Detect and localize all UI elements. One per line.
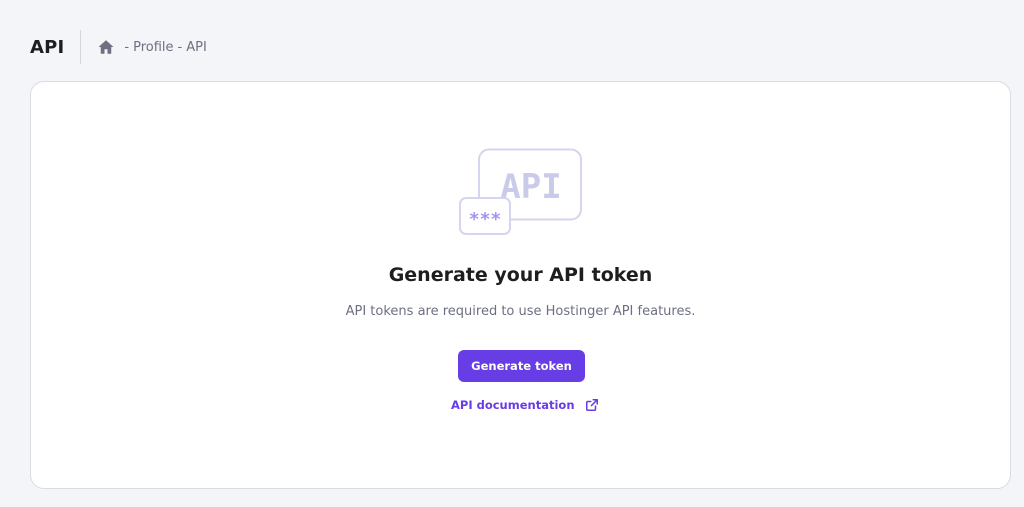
home-icon[interactable] bbox=[97, 38, 115, 56]
page-header: API - Profile - API bbox=[30, 30, 207, 64]
api-token-card: API *** Generate your API token API toke… bbox=[30, 81, 1011, 489]
external-link-icon bbox=[585, 398, 599, 412]
breadcrumb: - Profile - API bbox=[97, 38, 207, 56]
card-description: API tokens are required to use Hostinger… bbox=[345, 304, 696, 319]
breadcrumb-separator: - bbox=[177, 39, 183, 55]
card-title: Generate your API token bbox=[388, 264, 653, 286]
breadcrumb-item-api: API bbox=[186, 39, 207, 55]
breadcrumb-item-profile[interactable]: Profile bbox=[133, 40, 173, 55]
generate-token-button[interactable]: Generate token bbox=[458, 350, 585, 382]
api-documentation-link[interactable]: API documentation bbox=[451, 398, 599, 412]
breadcrumb-separator: - bbox=[124, 39, 130, 55]
api-key-illustration: API *** bbox=[459, 148, 583, 238]
page-title: API bbox=[30, 36, 65, 58]
illustration-masked-text: *** bbox=[469, 209, 502, 230]
header-divider bbox=[80, 30, 82, 64]
api-documentation-label: API documentation bbox=[451, 398, 575, 412]
